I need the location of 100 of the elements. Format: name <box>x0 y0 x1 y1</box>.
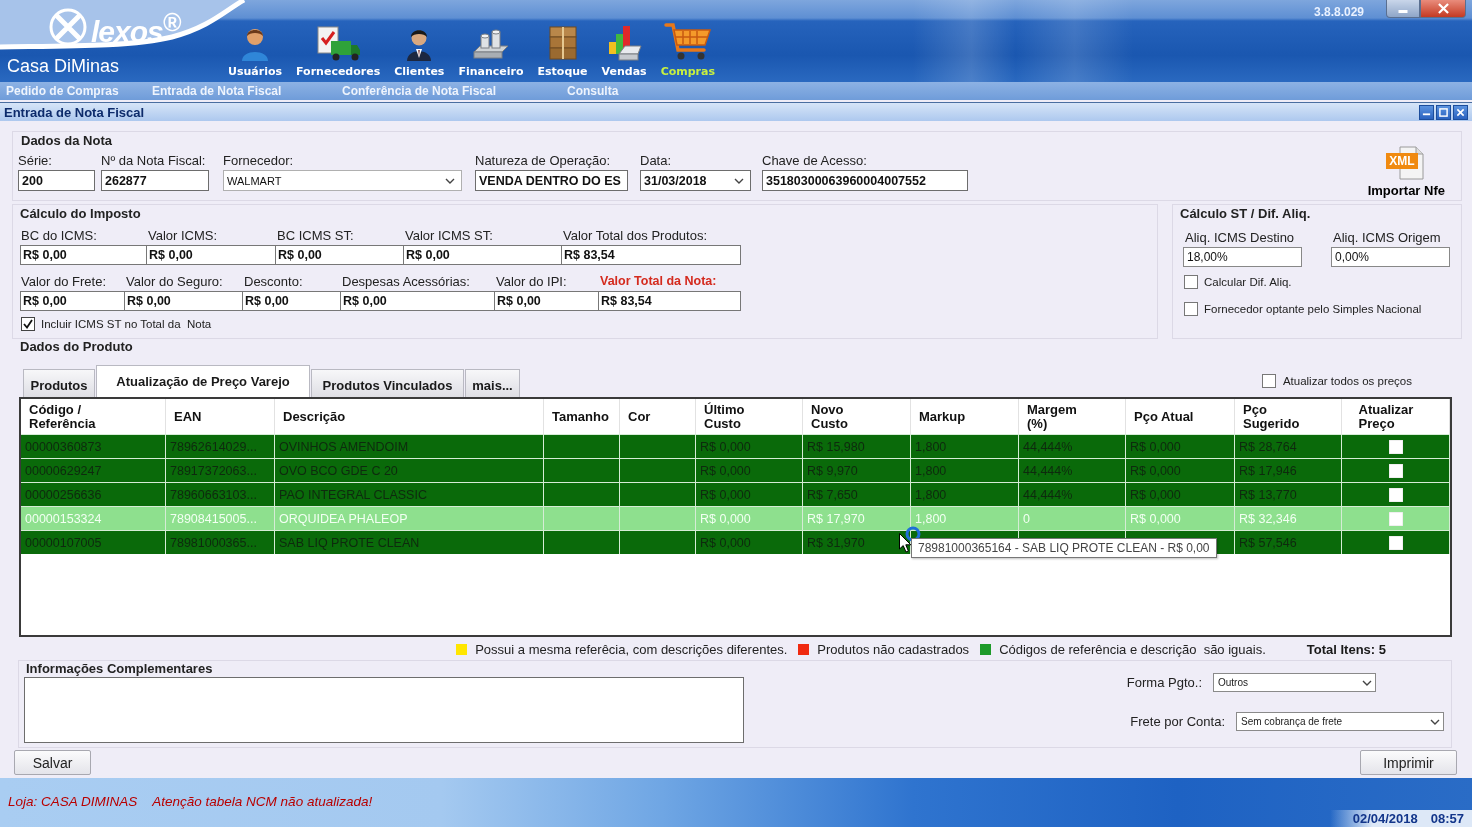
column-header: Pço Atual <box>1134 409 1194 424</box>
field-label: Aliq. ICMS Origem <box>1332 230 1441 245</box>
action-button[interactable]: Salvar <box>14 750 91 775</box>
nav-button[interactable]: Clientes <box>388 24 451 79</box>
checkbox[interactable] <box>1184 302 1198 316</box>
ring-icon <box>905 526 921 542</box>
column-header: Markup <box>919 409 966 424</box>
text-field[interactable]: 262877 <box>101 170 209 191</box>
field-label: Valor do Seguro: <box>125 274 223 289</box>
field-label: Valor ICMS: <box>147 228 218 243</box>
store-label: Loja: CASA DIMINAS <box>8 794 138 810</box>
field-label: Frete por Conta: <box>1130 714 1225 729</box>
tab[interactable]: Atualização de Preço Varejo <box>96 365 310 397</box>
text-field[interactable]: R$ 0,00 <box>124 291 243 311</box>
text-field[interactable]: R$ 0,00 <box>146 245 276 265</box>
minimize-button[interactable] <box>1419 104 1434 120</box>
legend-label: Códigos de referência e descrição são iguais. <box>999 642 1266 657</box>
text-field[interactable]: R$ 0,00 <box>242 291 341 311</box>
text-field[interactable]: 35180300063960004007552 <box>762 170 968 191</box>
dropdown-field[interactable]: Sem cobrança de frete <box>1236 712 1444 731</box>
nav-button[interactable]: Estoque <box>531 24 594 79</box>
maximize-button[interactable] <box>1436 104 1451 120</box>
nav-button[interactable]: Usuários <box>222 24 289 79</box>
mouse-cursor-icon <box>899 533 912 553</box>
import-button[interactable]: XML Importar Nfe <box>1367 146 1445 198</box>
caret-icon <box>734 177 744 184</box>
column-header: Cor <box>628 409 651 424</box>
notes-textarea[interactable] <box>24 677 744 743</box>
caret-icon <box>445 177 455 184</box>
dropdown-field[interactable]: Outros <box>1213 673 1376 692</box>
column-header: Novo Custo <box>811 402 849 431</box>
column-header: Código / Referência <box>29 402 97 431</box>
text-field[interactable]: R$ 0,00 <box>20 291 125 311</box>
checkbox-label: Incluir ICMS ST no Total da Nota <box>41 318 212 330</box>
close-button[interactable] <box>1420 0 1466 18</box>
text-field[interactable]: R$ 83,54 <box>561 245 741 265</box>
column-header: EAN <box>174 409 202 424</box>
time-label: 08:57 <box>1430 811 1464 826</box>
nav-button[interactable]: Vendas <box>595 24 653 79</box>
date-field[interactable]: 31/03/2018 <box>640 170 751 191</box>
field-label: BC ICMS ST: <box>276 228 354 243</box>
table-cell: 00000107005 <box>21 531 166 554</box>
tab[interactable]: Produtos <box>23 369 95 397</box>
text-field[interactable]: 18,00% <box>1183 247 1302 267</box>
text-field[interactable]: R$ 0,00 <box>275 245 404 265</box>
caret-icon <box>1430 718 1440 725</box>
section-title: Dados da Nota <box>21 133 112 149</box>
section-title: Informações Complementares <box>26 661 213 677</box>
checkbox[interactable] <box>1184 275 1198 289</box>
text-field[interactable]: R$ 0,00 <box>20 245 147 265</box>
maximize-icon <box>1439 107 1448 117</box>
minimize-button[interactable] <box>1386 0 1420 18</box>
company-name: Casa DiMinas <box>6 55 121 78</box>
section-title: Cálculo do Imposto <box>20 206 141 222</box>
action-button[interactable]: Imprimir <box>1360 750 1457 775</box>
field-label: Natureza de Operação: <box>475 153 611 168</box>
nav-button[interactable]: Financeiro <box>452 24 530 79</box>
checkbox[interactable] <box>1261 374 1276 388</box>
column-header: Pço Sugerido <box>1243 402 1301 431</box>
text-field[interactable]: 0,00% <box>1331 247 1450 267</box>
legend-label: Produtos não cadastrados <box>817 642 970 657</box>
checkbox-label: Fornecedor optante pelo Simples Nacional <box>1204 303 1422 315</box>
tab[interactable]: Produtos Vinculados <box>311 369 464 397</box>
text-field[interactable]: R$ 83,54 <box>598 291 741 311</box>
checkbox[interactable] <box>21 317 35 331</box>
nav-button[interactable]: Compras <box>654 22 721 79</box>
window-title: Entrada de Nota Fiscal <box>4 104 145 120</box>
text-field[interactable]: VENDA DENTRO DO ES <box>475 170 628 191</box>
close-icon <box>1456 107 1465 117</box>
field-label: Valor Total dos Produtos: <box>562 228 708 243</box>
field-label: Valor Total da Nota: <box>599 274 717 289</box>
section-title: Cálculo ST / Dif. Aliq. <box>1180 206 1311 222</box>
field-label: Nº da Nota Fiscal: <box>101 153 206 168</box>
total-items: Total Itens: 5 <box>1306 642 1386 657</box>
text-field[interactable]: R$ 0,00 <box>494 291 599 311</box>
logo-mark-icon <box>48 7 88 47</box>
field-label: Chave de Acesso: <box>762 153 867 168</box>
table-cell: 78981000365... <box>166 531 275 554</box>
truck-clipboard-icon <box>315 24 362 62</box>
column-header: Tamanho <box>552 409 609 424</box>
field-label: Valor do IPI: <box>495 274 567 289</box>
field-label: Aliq. ICMS Destino <box>1184 230 1295 245</box>
field-label: Fornecedor: <box>223 153 294 168</box>
nav-button[interactable]: Fornecedores <box>290 24 387 79</box>
dropdown-field[interactable]: WALMART <box>223 170 462 191</box>
field-label: BC do ICMS: <box>20 228 97 243</box>
close-button[interactable] <box>1453 104 1468 120</box>
section-title: Dados do Produto <box>20 339 133 355</box>
text-field[interactable]: R$ 0,00 <box>403 245 562 265</box>
text-field[interactable]: 200 <box>18 170 95 191</box>
column-header: Atualizar Preço <box>1358 402 1415 431</box>
field-label: Valor ICMS ST: <box>404 228 493 243</box>
field-label: Série: <box>18 153 52 168</box>
close-icon <box>1437 3 1449 14</box>
minimize-icon <box>1398 10 1408 13</box>
column-header: Margem (%) <box>1027 402 1078 431</box>
warning-message: Atenção tabela NCM não atualizada! <box>152 794 373 810</box>
text-field[interactable]: R$ 0,00 <box>340 291 495 311</box>
shopping-cart-icon <box>663 22 712 62</box>
tab[interactable]: mais... <box>465 369 520 397</box>
